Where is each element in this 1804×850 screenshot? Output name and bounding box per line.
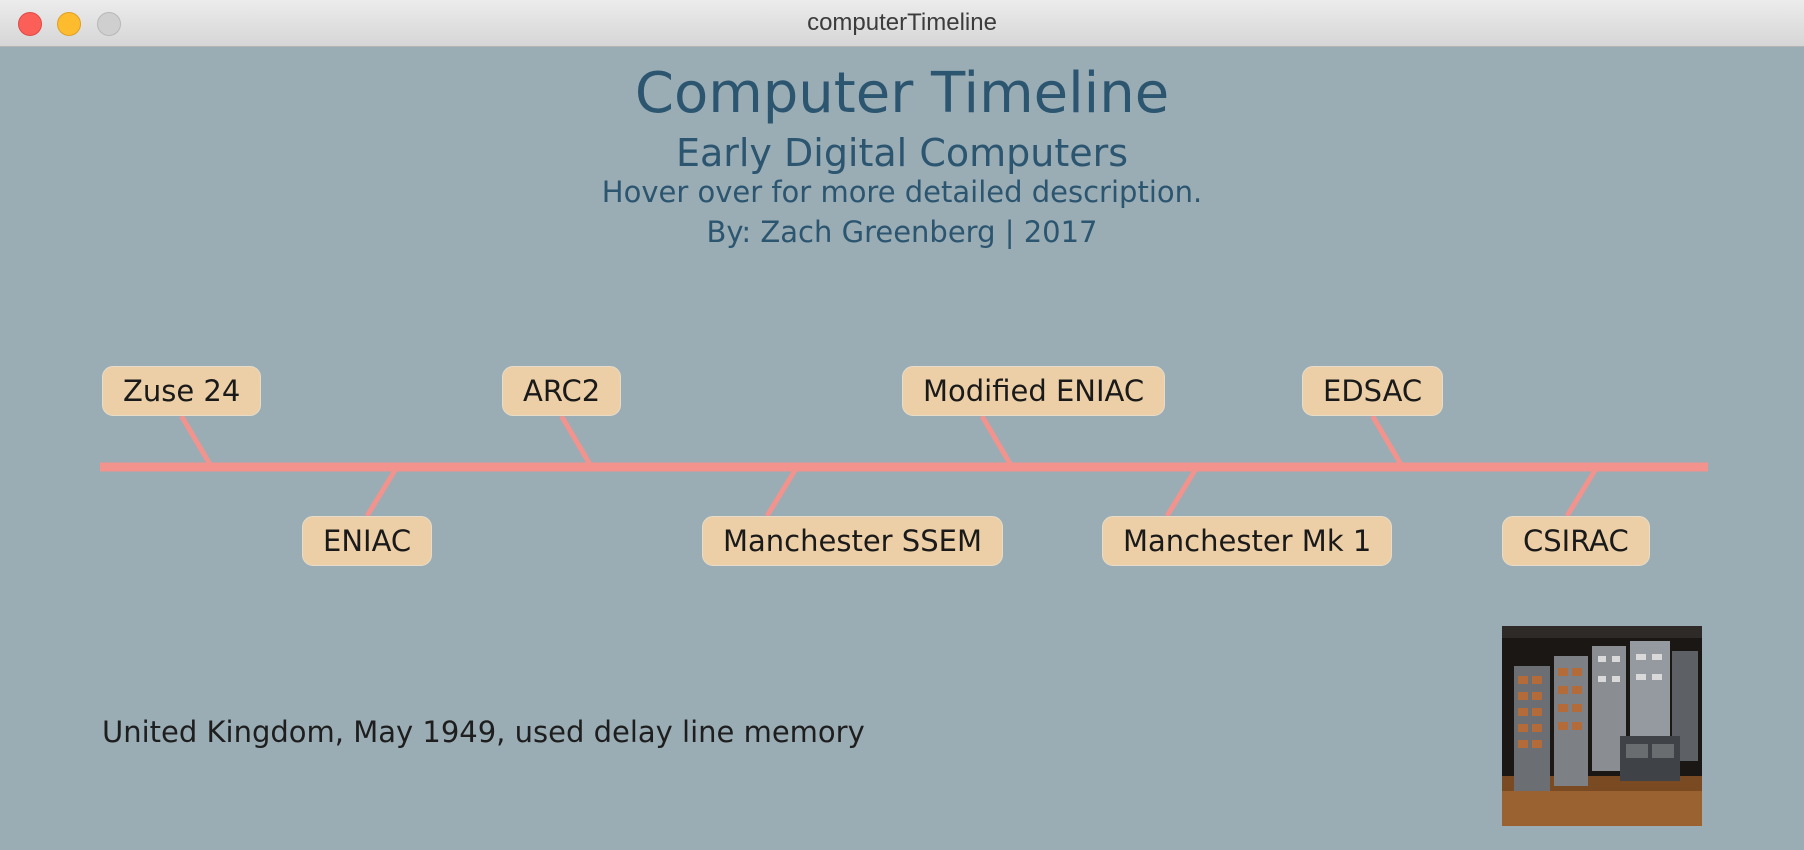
- window-title: computerTimeline: [807, 9, 997, 36]
- timeline-event-arc2[interactable]: ARC2: [502, 366, 622, 416]
- event-description: United Kingdom, May 1949, used delay lin…: [102, 715, 865, 749]
- timeline-event-eniac[interactable]: ENIAC: [302, 516, 433, 566]
- event-connector: [364, 465, 400, 518]
- event-connector: [559, 414, 594, 469]
- timeline-event-manchester-ssem[interactable]: Manchester SSEM: [702, 516, 1003, 566]
- event-connector: [1564, 465, 1600, 518]
- main-content: Computer Timeline Early Digital Computer…: [0, 47, 1804, 850]
- event-connector: [1164, 465, 1200, 518]
- timeline-event-manchester-mk-1[interactable]: Manchester Mk 1: [1102, 516, 1393, 566]
- event-connector: [1370, 414, 1405, 469]
- timeline-event-edsac[interactable]: EDSAC: [1302, 366, 1444, 416]
- title-bar: computerTimeline: [0, 0, 1804, 47]
- timeline-event-modified-eniac[interactable]: Modified ENIAC: [902, 366, 1166, 416]
- event-connector: [764, 465, 800, 518]
- computer-photo: [1502, 626, 1702, 826]
- app-window: computerTimeline Computer Timeline Early…: [0, 0, 1804, 850]
- event-connector: [179, 414, 214, 469]
- edsac-photo-image: [1502, 626, 1702, 826]
- timeline-event-csirac[interactable]: CSIRAC: [1502, 516, 1650, 566]
- timeline-event-zuse-24[interactable]: Zuse 24: [102, 366, 262, 416]
- event-connector: [979, 414, 1015, 469]
